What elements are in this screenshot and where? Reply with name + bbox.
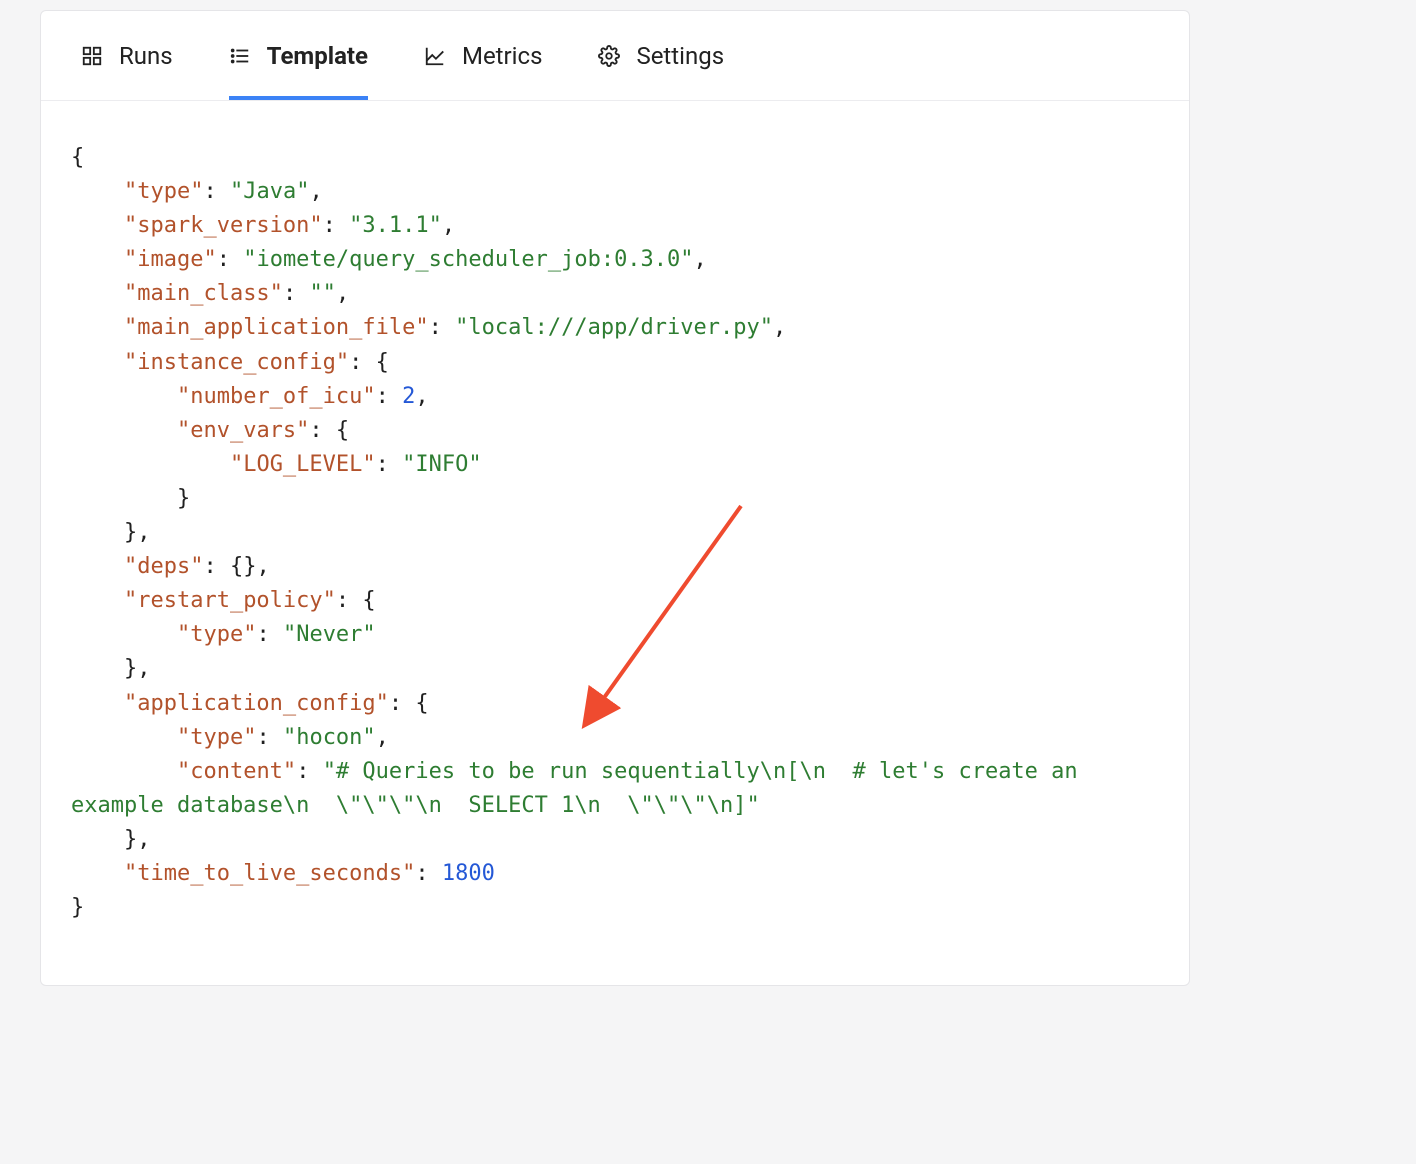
config-panel: Runs Template Metrics (40, 10, 1190, 986)
tab-settings[interactable]: Settings (598, 11, 724, 100)
tab-label: Runs (119, 42, 173, 70)
tab-runs[interactable]: Runs (81, 11, 173, 100)
code-block: { "type": "Java", "spark_version": "3.1.… (71, 141, 1159, 925)
grid-icon (81, 45, 103, 67)
tab-template[interactable]: Template (229, 11, 368, 100)
template-code: { "type": "Java", "spark_version": "3.1.… (41, 101, 1189, 985)
list-icon (229, 45, 251, 67)
gear-icon (598, 45, 620, 67)
tab-label: Metrics (462, 42, 542, 70)
tab-label: Template (267, 42, 368, 70)
tab-label: Settings (636, 42, 724, 70)
chart-icon (424, 45, 446, 67)
tab-bar: Runs Template Metrics (41, 11, 1189, 101)
tab-metrics[interactable]: Metrics (424, 11, 542, 100)
